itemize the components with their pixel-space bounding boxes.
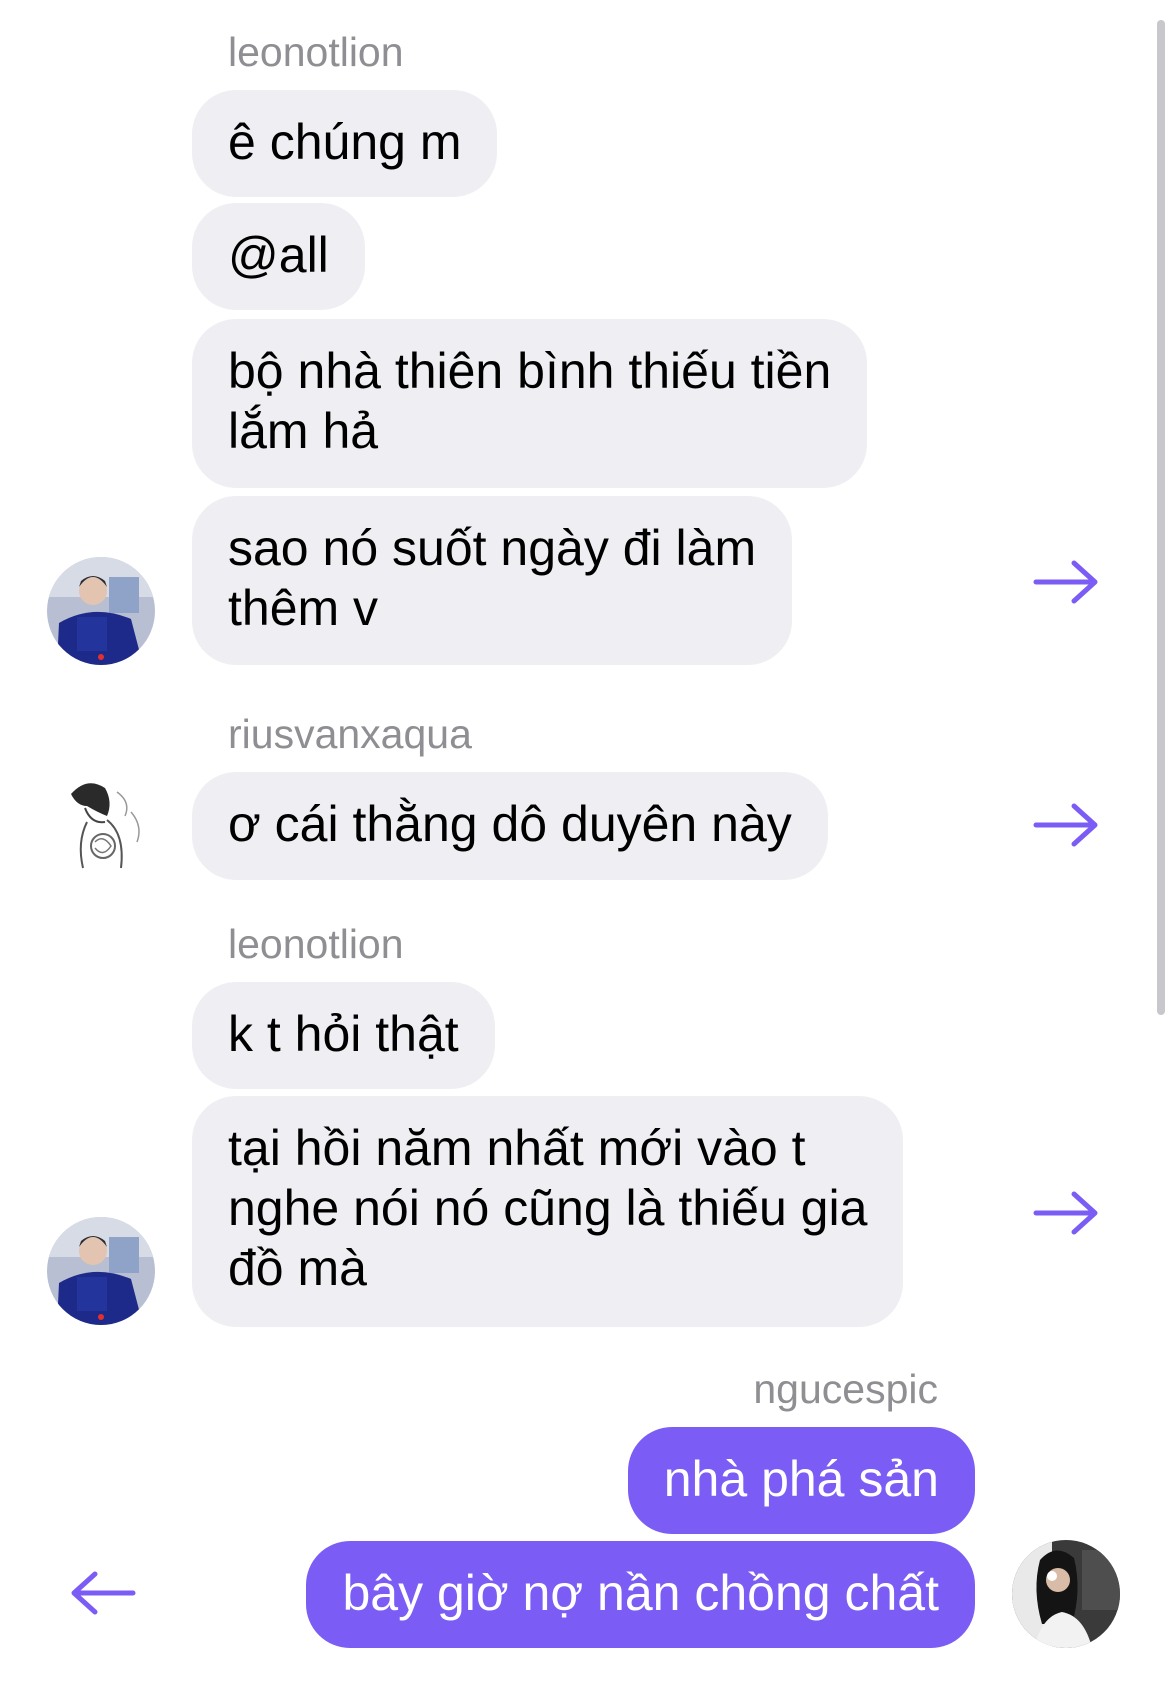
message-bubble[interactable]: ơ cái thằng dô duyên này (192, 772, 828, 880)
message-bubble[interactable]: k t hỏi thật (192, 982, 495, 1089)
sender-name: riusvanxaqua (228, 711, 472, 757)
forward-button[interactable] (1032, 557, 1102, 607)
arrow-right-icon (1033, 1191, 1098, 1235)
message-bubble[interactable]: bây giờ nợ nần chồng chất (306, 1541, 975, 1648)
avatar-photo (47, 772, 155, 880)
forward-button[interactable] (1032, 800, 1102, 850)
message-bubble[interactable]: ê chúng m (192, 90, 498, 197)
avatar[interactable] (1012, 1540, 1120, 1648)
sender-name: leonotlion (228, 921, 404, 967)
arrow-left-icon (71, 1571, 136, 1615)
sender-name: ngucespic (753, 1366, 938, 1412)
reply-button[interactable] (67, 1568, 137, 1618)
arrow-right-icon (1033, 560, 1098, 604)
avatar-photo (47, 557, 155, 665)
avatar[interactable] (47, 772, 155, 880)
scrollbar[interactable] (1157, 20, 1165, 1015)
forward-button[interactable] (1032, 1188, 1102, 1238)
message-bubble[interactable]: @all (192, 203, 365, 310)
avatar-photo (47, 1217, 155, 1325)
message-bubble[interactable]: bộ nhà thiên bình thiếu tiền lắm hả (192, 319, 868, 488)
avatar[interactable] (47, 1217, 155, 1325)
avatar-photo (1012, 1540, 1120, 1648)
message-bubble[interactable]: tại hồi năm nhất mới vào t nghe nói nó c… (192, 1096, 904, 1327)
arrow-right-icon (1033, 803, 1098, 847)
sender-name: leonotlion (228, 29, 404, 75)
message-bubble[interactable]: sao nó suốt ngày đi làm thêm v (192, 496, 793, 665)
message-bubble[interactable]: nhà phá sản (627, 1427, 975, 1534)
avatar[interactable] (47, 557, 155, 665)
